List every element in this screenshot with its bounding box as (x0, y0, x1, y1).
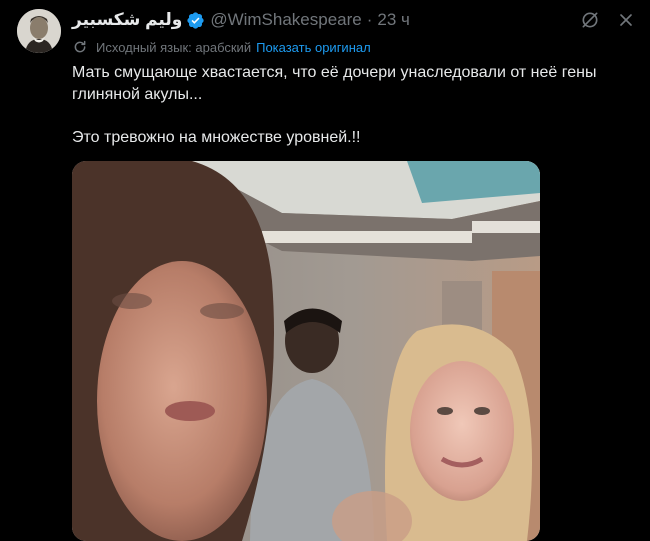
post-time[interactable]: 23 ч (377, 10, 410, 30)
more-icon[interactable] (616, 10, 636, 30)
author-display-name[interactable]: وليم شكسبير (72, 10, 182, 30)
verified-badge-icon (186, 11, 205, 30)
tweet-text-line-1: Мать смущающе хвастается, что её дочери … (72, 64, 597, 81)
tweet-text-line-2: глиняной акулы... (72, 86, 203, 103)
grok-icon[interactable] (580, 10, 600, 30)
avatar[interactable] (17, 9, 61, 53)
show-original-link[interactable]: Показать оригинал (256, 40, 371, 55)
tweet-header: وليم شكسبير @WimShakespeare · 23 ч (72, 9, 410, 31)
tweet-text: Мать смущающе хвастается, что её дочери … (72, 62, 632, 149)
translation-source-text: Исходный язык: арабский (96, 39, 252, 55)
separator-dot: · (366, 10, 373, 29)
translate-icon (72, 39, 88, 55)
author-handle[interactable]: @WimShakespeare (210, 10, 361, 30)
tweet-text-line-3: Это тревожно на множестве уровней.!! (72, 129, 361, 146)
tweet-media-video[interactable] (72, 161, 540, 541)
top-actions (580, 10, 636, 30)
avatar-portrait-image (17, 9, 61, 53)
video-frame-image (72, 161, 540, 541)
translation-bar: Исходный язык: арабский Показать оригина… (72, 38, 371, 56)
